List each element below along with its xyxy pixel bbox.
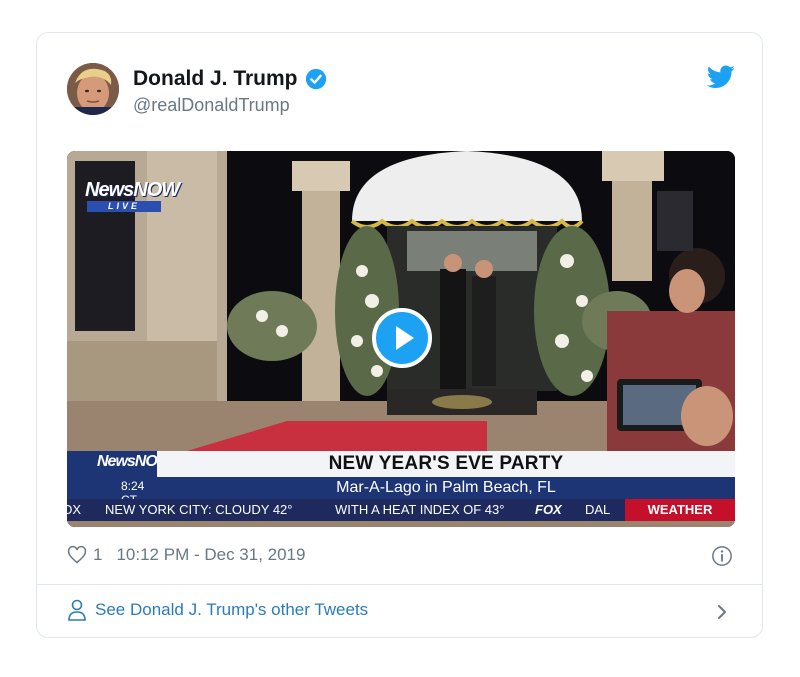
info-icon[interactable] <box>711 545 733 567</box>
tweet-card: Donald J. Trump @realDonaldTrump NewsNOW… <box>36 32 763 638</box>
card-divider <box>37 584 762 585</box>
headline-bar: NEW YEAR'S EVE PARTY <box>157 451 735 477</box>
news-ticker: DX NEW YORK CITY: CLOUDY 42° WITH A HEAT… <box>67 499 735 521</box>
person-icon <box>68 599 86 621</box>
news-now-logo: NewsNOW LIVE <box>85 179 180 212</box>
like-count[interactable]: 1 <box>93 545 102 565</box>
subheadline-bar: Mar-A-Lago in Palm Beach, FL <box>157 477 735 499</box>
lower-logo-box: NewsNOW 8:24 CT <box>67 451 172 507</box>
chevron-right-icon[interactable] <box>715 603 729 621</box>
author-handle[interactable]: @realDonaldTrump <box>133 95 290 116</box>
twitter-bird-icon[interactable] <box>707 65 735 89</box>
author-name[interactable]: Donald J. Trump <box>133 67 298 91</box>
lower-third: NewsNOW 8:24 CT NEW YEAR'S EVE PARTY Mar… <box>67 451 735 527</box>
tweet-meta: 1 10:12 PM - Dec 31, 2019 <box>67 545 305 565</box>
other-tweets-label[interactable]: See Donald J. Trump's other Tweets <box>95 600 368 620</box>
author-name-row[interactable]: Donald J. Trump <box>133 67 327 91</box>
verified-badge-icon <box>305 68 326 90</box>
heart-icon[interactable] <box>67 545 87 565</box>
weather-tag: WEATHER <box>625 499 735 521</box>
tweet-timestamp[interactable]: 10:12 PM - Dec 31, 2019 <box>116 545 305 565</box>
other-tweets-link[interactable]: See Donald J. Trump's other Tweets <box>67 599 368 621</box>
author-avatar[interactable] <box>67 63 119 115</box>
video-subheadline: Mar-A-Lago in Palm Beach, FL <box>336 479 556 496</box>
play-icon <box>396 326 414 350</box>
video-headline: NEW YEAR'S EVE PARTY <box>328 453 564 474</box>
video-player[interactable]: NewsNOW LIVE NewsNOW 8:24 CT NEW YEAR'S … <box>67 151 735 527</box>
play-button[interactable] <box>372 308 432 368</box>
